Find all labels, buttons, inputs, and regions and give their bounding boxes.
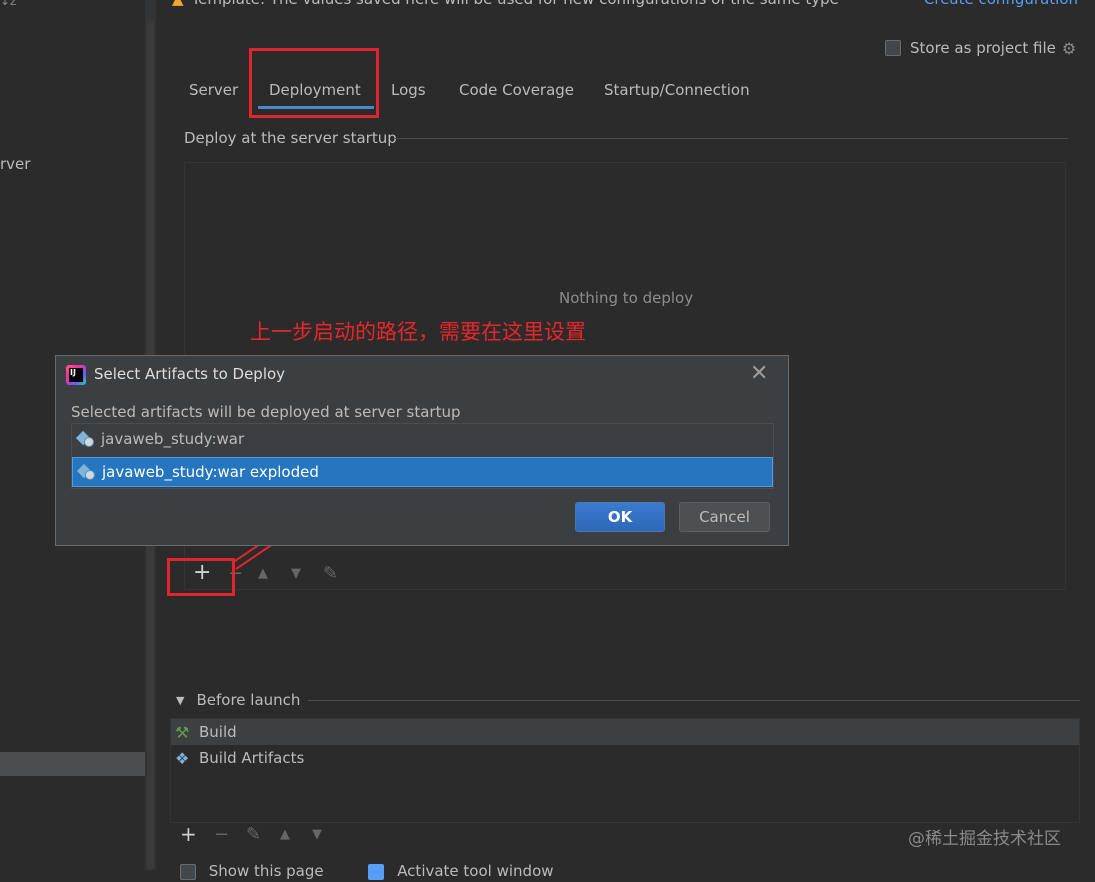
tab-server[interactable]: Server bbox=[189, 78, 238, 108]
activate-label: Activate tool window bbox=[397, 862, 554, 880]
tab-code-coverage[interactable]: Code Coverage bbox=[459, 78, 574, 108]
edit-icon[interactable]: ✎ bbox=[246, 824, 261, 845]
section-divider bbox=[395, 138, 1068, 139]
deploy-section-title: Deploy at the server startup bbox=[184, 129, 397, 147]
collapse-icon[interactable]: ▼ bbox=[176, 694, 184, 707]
template-warning: ▲ Template: The values saved here will be… bbox=[172, 0, 1092, 10]
intellij-logo-icon: IJ bbox=[66, 365, 86, 385]
artifact-item-selected[interactable]: javaweb_study:war exploded bbox=[72, 457, 773, 487]
empty-deploy-message: Nothing to deploy bbox=[559, 289, 694, 307]
sidebar-item-selected[interactable] bbox=[0, 752, 156, 776]
list-item-label: Build bbox=[199, 723, 237, 741]
sidebar-item-server[interactable]: rver bbox=[0, 155, 30, 173]
warning-icon: ▲ bbox=[172, 0, 184, 8]
remove-icon[interactable]: − bbox=[214, 824, 229, 845]
section-divider bbox=[308, 700, 1080, 701]
sort-icon[interactable]: ↓z bbox=[0, 0, 16, 8]
tab-startup-connection[interactable]: Startup/Connection bbox=[604, 78, 750, 108]
artifact-list: javaweb_study:war javaweb_study:war expl… bbox=[71, 423, 774, 489]
bottom-options: Show this page Activate tool window bbox=[180, 862, 554, 882]
move-up-icon[interactable]: ▲ bbox=[280, 827, 290, 842]
list-item[interactable]: ⚒ Build bbox=[171, 719, 1079, 745]
gear-icon[interactable]: ⚙ bbox=[1062, 39, 1076, 58]
before-launch-title: Before launch bbox=[196, 691, 301, 709]
list-item-label: Build Artifacts bbox=[199, 749, 305, 767]
artifact-label: javaweb_study:war bbox=[101, 430, 245, 448]
tab-logs[interactable]: Logs bbox=[391, 78, 426, 108]
watermark: @稀土掘金技术社区 bbox=[908, 829, 1061, 849]
build-artifacts-icon: ❖ bbox=[175, 748, 190, 768]
annotation-box-add-button bbox=[167, 558, 235, 596]
list-item[interactable]: ❖ Build Artifacts bbox=[171, 745, 1079, 771]
dialog-subtitle: Selected artifacts will be deployed at s… bbox=[71, 403, 461, 421]
ok-button[interactable]: OK bbox=[575, 502, 665, 532]
annotation-box-deployment-tab bbox=[249, 48, 379, 118]
close-icon[interactable]: ✕ bbox=[750, 361, 768, 386]
move-down-icon[interactable]: ▼ bbox=[312, 827, 322, 842]
artifact-item[interactable]: javaweb_study:war bbox=[72, 424, 773, 454]
warning-text: Template: The values saved here will be … bbox=[192, 0, 839, 8]
show-page-label: Show this page bbox=[208, 862, 324, 880]
before-launch-list: ⚒ Build ❖ Build Artifacts bbox=[170, 718, 1080, 823]
activate-tool-window-checkbox[interactable] bbox=[368, 863, 385, 880]
store-checkbox[interactable] bbox=[885, 40, 901, 56]
artifact-icon bbox=[75, 430, 95, 448]
dialog-title: Select Artifacts to Deploy bbox=[94, 365, 286, 383]
dialog-titlebar[interactable]: IJ Select Artifacts to Deploy ✕ bbox=[56, 356, 788, 394]
artifact-label: javaweb_study:war exploded bbox=[102, 463, 319, 481]
store-label: Store as project file bbox=[910, 39, 1056, 57]
annotation-text: 上一步启动的路径，需要在这里设置 bbox=[250, 320, 586, 344]
hammer-icon: ⚒ bbox=[175, 722, 190, 742]
artifact-icon bbox=[76, 463, 96, 481]
show-page-checkbox[interactable] bbox=[180, 863, 196, 880]
add-icon[interactable]: + bbox=[180, 822, 197, 846]
before-launch-header[interactable]: ▼ Before launch bbox=[176, 690, 300, 710]
select-artifacts-dialog: IJ Select Artifacts to Deploy ✕ Selected… bbox=[55, 355, 789, 546]
store-as-project-file[interactable]: Store as project file ⚙ bbox=[885, 38, 1076, 58]
create-configuration-link[interactable]: Create configuration bbox=[924, 0, 1078, 8]
cancel-button[interactable]: Cancel bbox=[679, 502, 770, 532]
